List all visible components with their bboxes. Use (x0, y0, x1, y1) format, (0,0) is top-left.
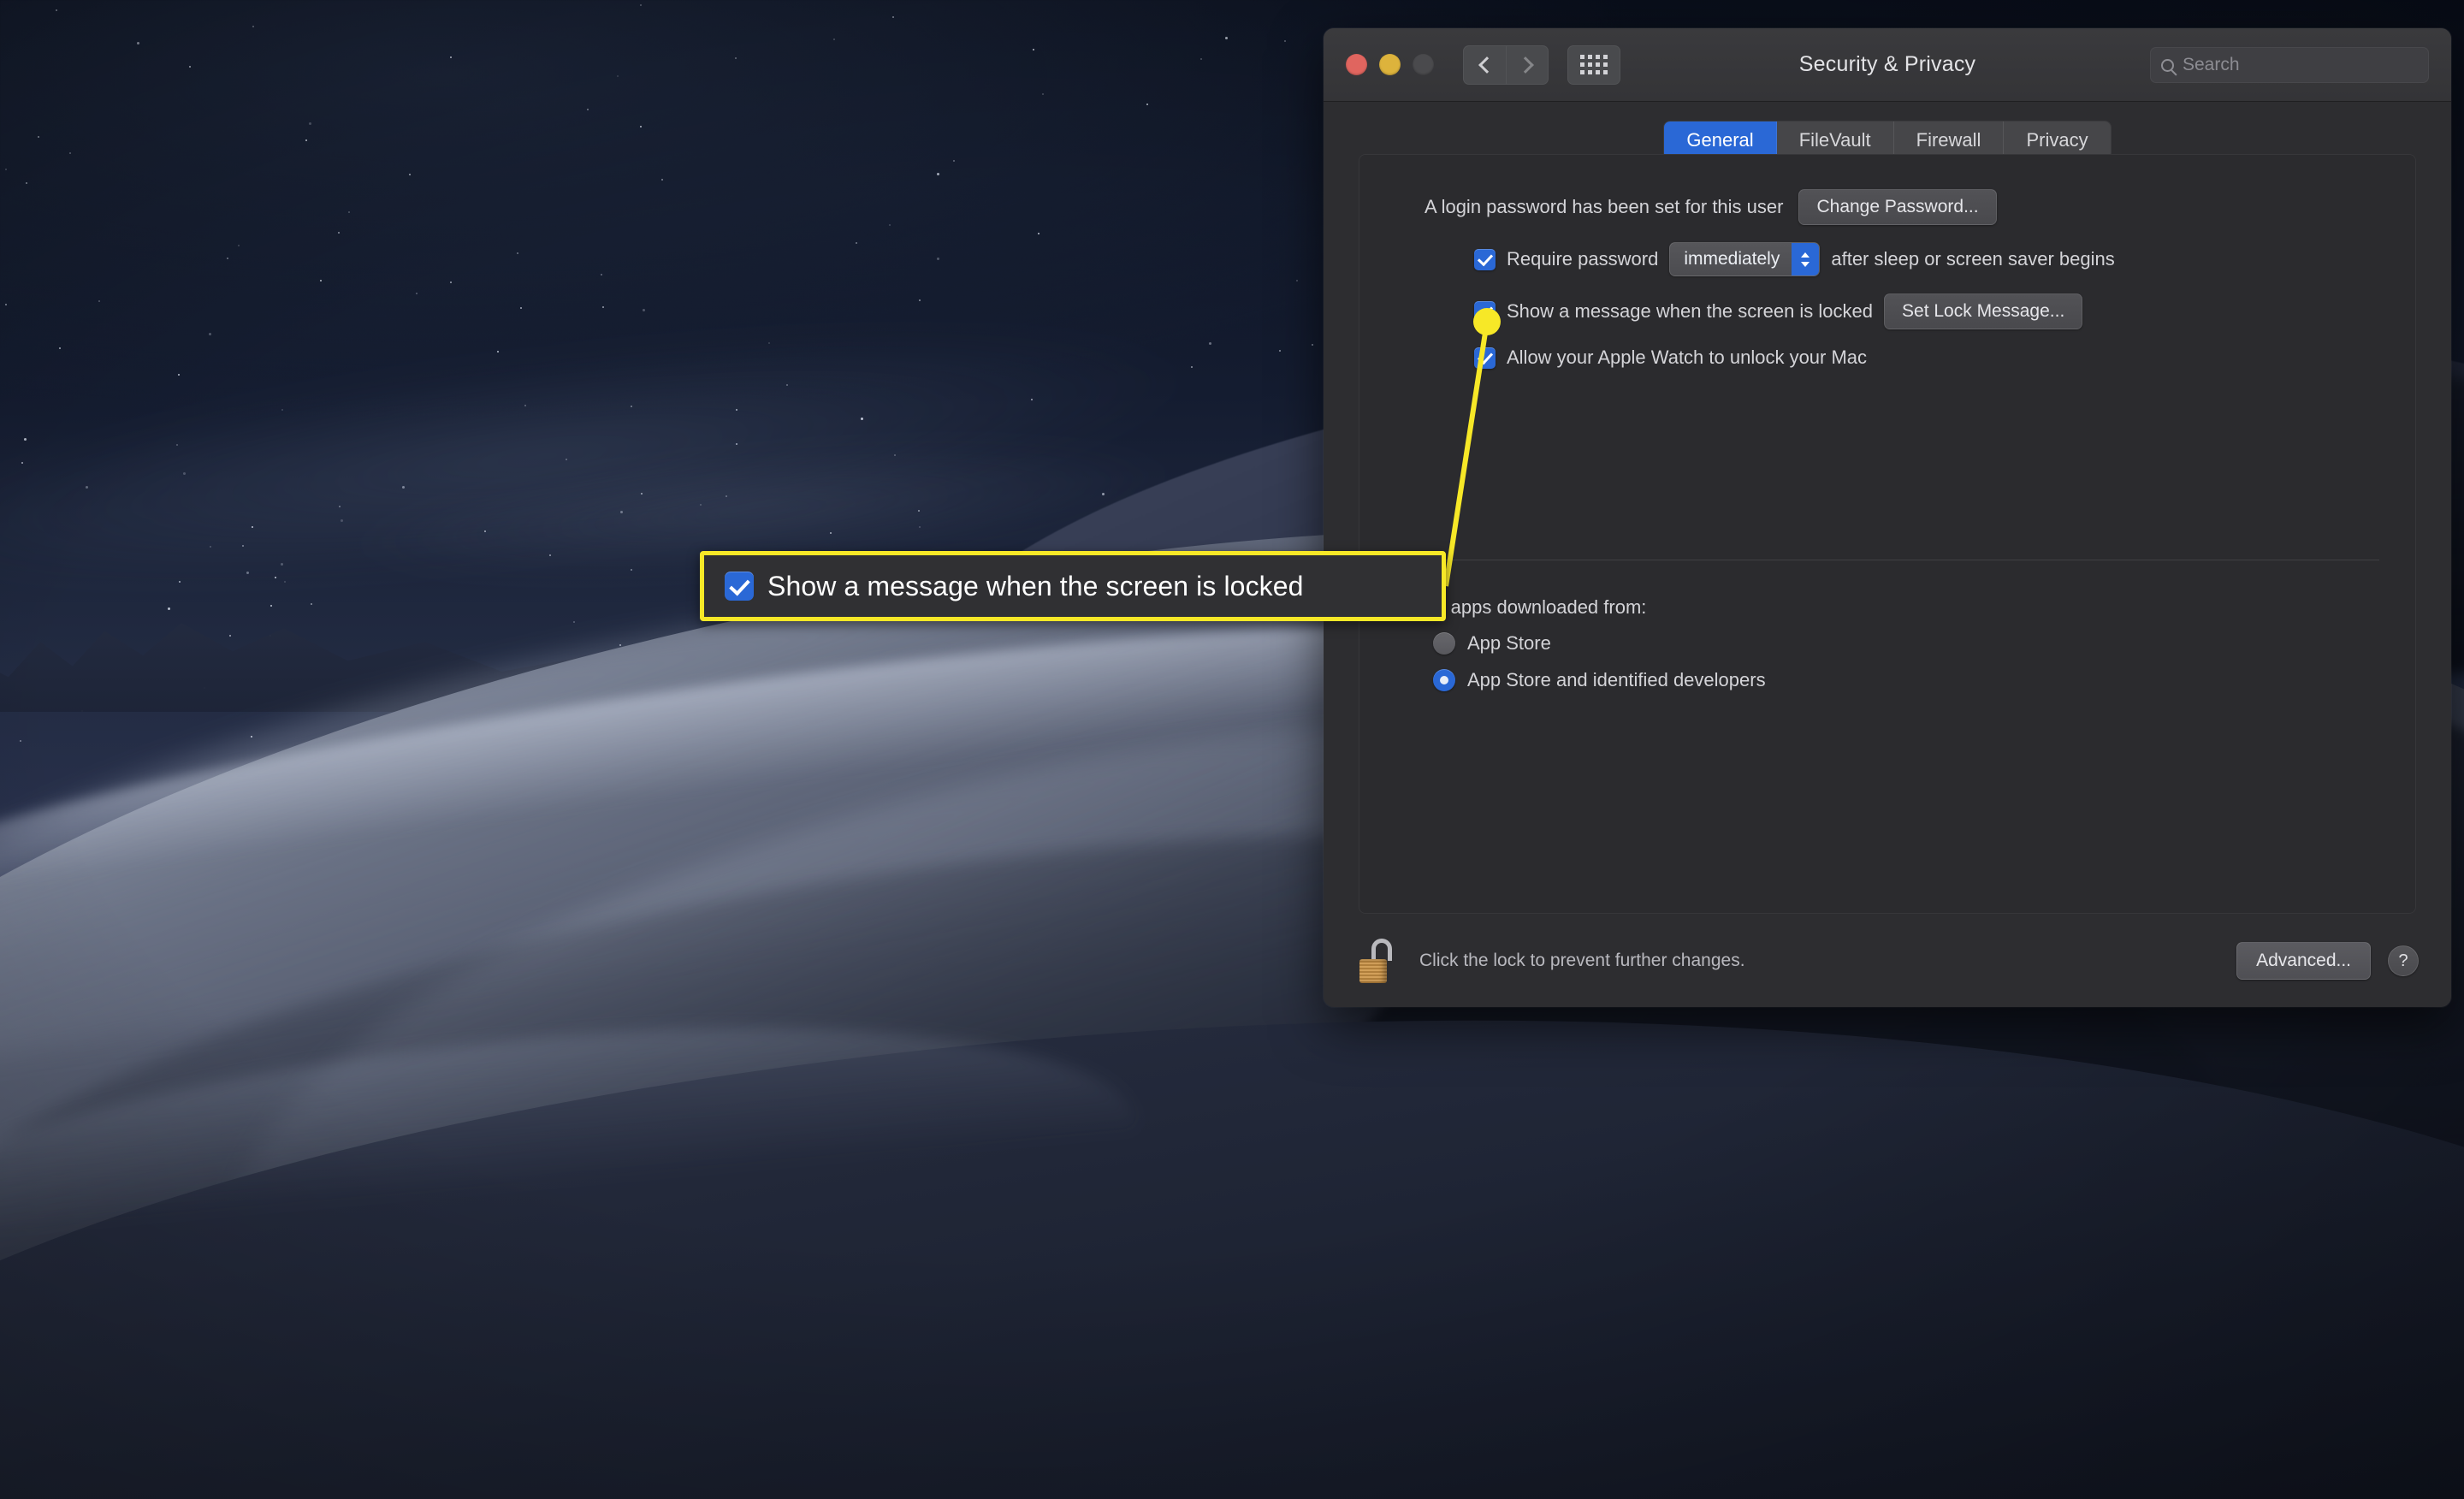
show-message-row: Show a message when the screen is locked… (1474, 293, 2374, 329)
close-button[interactable] (1346, 54, 1367, 75)
stepper-arrows-icon (1792, 243, 1820, 276)
require-password-delay-select[interactable]: immediately (1669, 242, 1821, 276)
set-lock-message-button[interactable]: Set Lock Message... (1884, 293, 2083, 329)
apple-watch-row: Allow your Apple Watch to unlock your Ma… (1474, 347, 2374, 369)
radio-app-store-identified-developers[interactable] (1433, 669, 1455, 691)
zoom-button (1413, 54, 1434, 75)
advanced-button[interactable]: Advanced... (2236, 942, 2371, 980)
password-status-row: A login password has been set for this u… (1424, 189, 2374, 225)
show-all-button[interactable] (1567, 44, 1620, 85)
require-password-label: Require password (1507, 248, 1659, 270)
general-settings-panel: A login password has been set for this u… (1359, 154, 2416, 914)
require-password-delay-value: immediately (1684, 249, 1780, 269)
padlock-icon[interactable] (1358, 939, 1397, 983)
search-field[interactable]: Search (2150, 47, 2429, 83)
navigation-button-group (1463, 44, 1549, 85)
apple-watch-label: Allow your Apple Watch to unlock your Ma… (1507, 347, 1868, 368)
search-icon (2161, 58, 2174, 72)
radio-app-store-identified-row[interactable]: App Store and identified developers (1433, 669, 1766, 691)
window-titlebar[interactable]: Security & Privacy Search (1324, 28, 2451, 102)
annotation-checkbox-icon (725, 572, 754, 601)
help-button[interactable]: ? (2388, 945, 2419, 976)
lock-hint-text: Click the lock to prevent further change… (1419, 951, 1745, 970)
show-message-checkbox[interactable] (1474, 300, 1496, 323)
require-password-suffix-label: after sleep or screen saver begins (1831, 248, 2115, 270)
radio-app-store-label: App Store (1467, 632, 1551, 654)
annotation-callout-label: Show a message when the screen is locked (767, 570, 1304, 601)
back-button[interactable] (1463, 44, 1506, 85)
window-footer: Click the lock to prevent further change… (1324, 915, 2451, 1007)
grid-icon (1580, 55, 1608, 74)
minimize-button[interactable] (1379, 54, 1401, 75)
require-password-row: Require password immediately after sleep… (1474, 242, 2374, 276)
traffic-light-group (1346, 54, 1434, 75)
radio-app-store-row[interactable]: App Store (1433, 632, 1766, 655)
allow-apps-radio-group: App Store App Store and identified devel… (1433, 632, 1766, 706)
show-message-label: Show a message when the screen is locked (1507, 300, 1874, 322)
forward-button[interactable] (1506, 44, 1549, 85)
radio-app-store[interactable] (1433, 632, 1455, 655)
require-password-checkbox[interactable] (1474, 248, 1496, 270)
radio-app-store-identified-label: App Store and identified developers (1467, 669, 1766, 690)
screen: Security & Privacy Search General FileVa… (0, 0, 2464, 1499)
annotation-callout: Show a message when the screen is locked (700, 551, 1446, 621)
security-privacy-window: Security & Privacy Search General FileVa… (1324, 28, 2451, 1007)
change-password-button[interactable]: Change Password... (1798, 189, 1997, 225)
chevron-left-icon (1478, 56, 1496, 74)
search-placeholder: Search (2183, 55, 2240, 74)
chevron-right-icon (1516, 56, 1534, 74)
apple-watch-checkbox[interactable] (1474, 347, 1496, 369)
password-status-label: A login password has been set for this u… (1424, 196, 1784, 217)
